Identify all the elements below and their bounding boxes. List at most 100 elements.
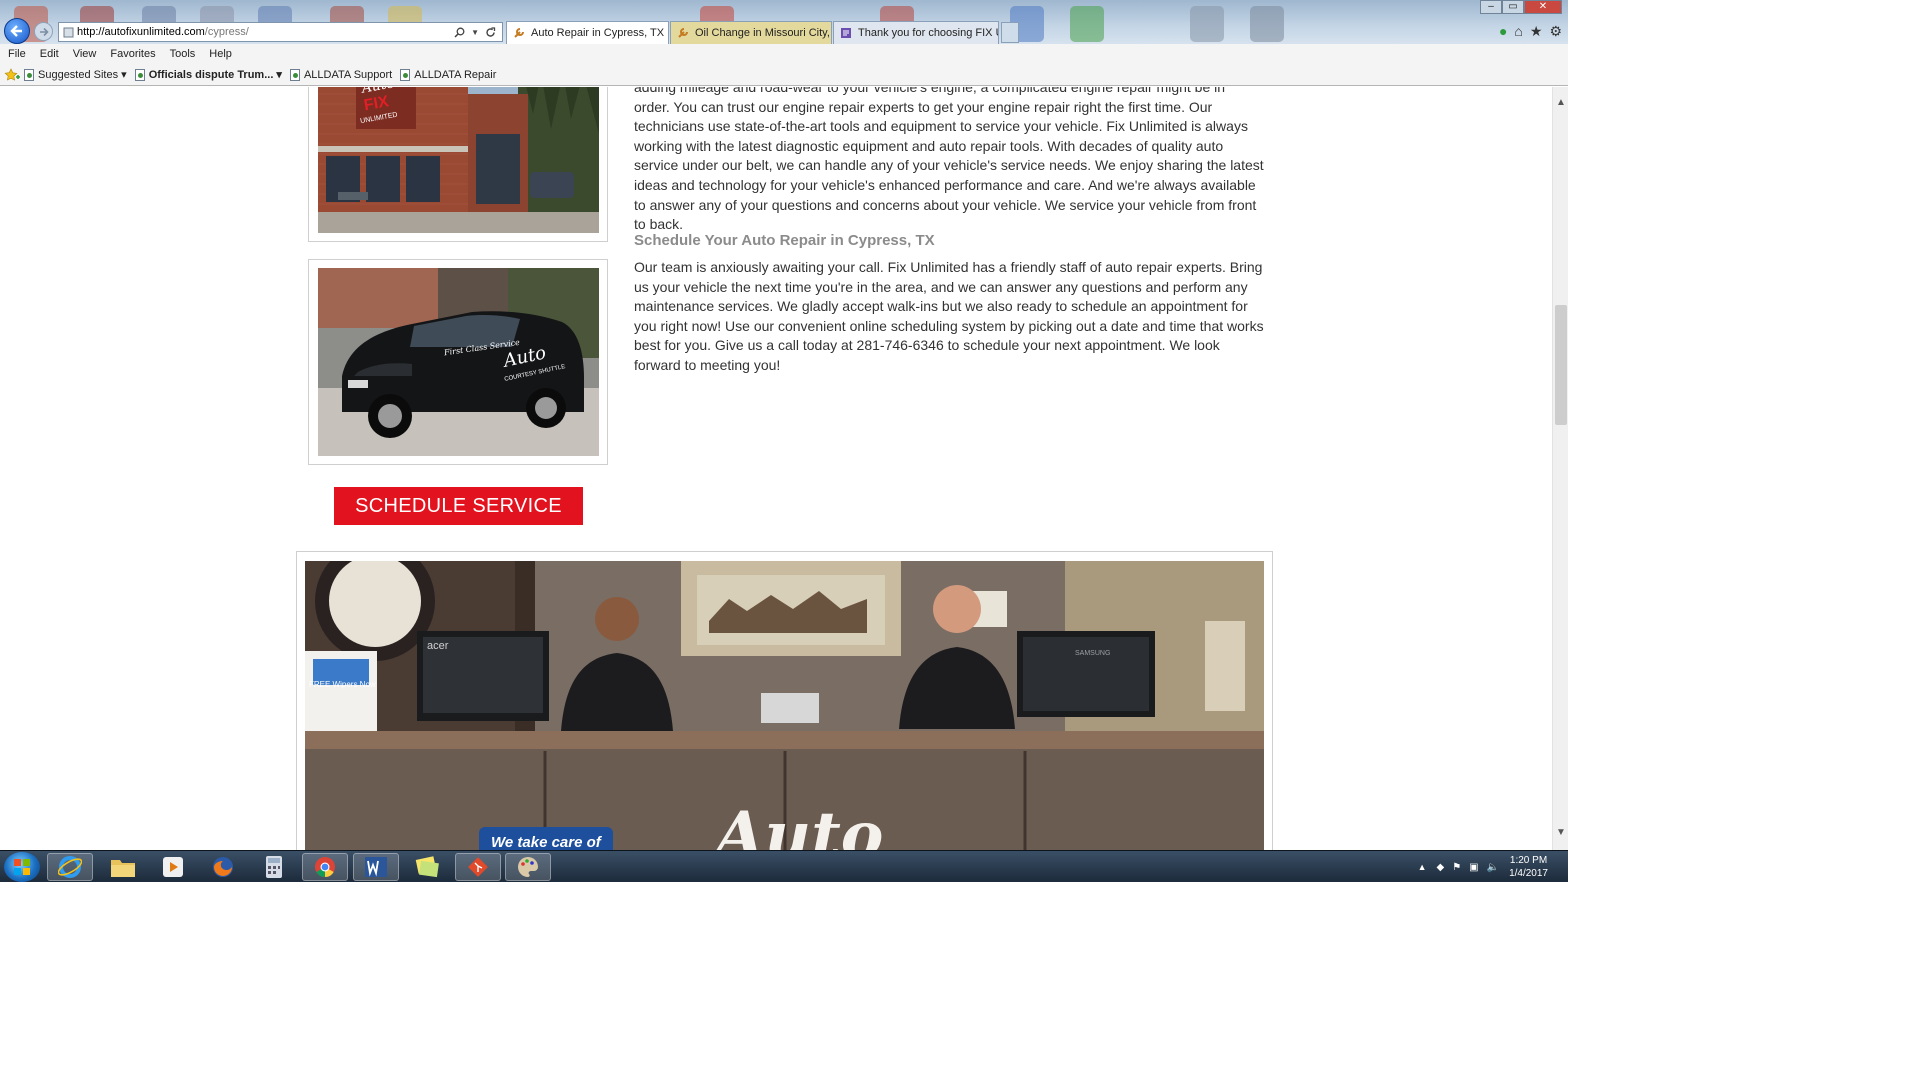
- forward-button[interactable]: [34, 22, 53, 41]
- wrench-favicon-icon: [514, 28, 524, 38]
- taskbar: ▲ ◆ ⚑ ▣ 🔈 1:20 PM 1/4/2017: [0, 850, 1568, 882]
- tab-title: Oil Change in Missouri City, T...: [695, 27, 831, 39]
- forward-arrow-icon: [39, 27, 49, 36]
- taskbar-firefox[interactable]: [200, 853, 246, 881]
- taskbar-chrome[interactable]: [302, 853, 348, 881]
- home-icon[interactable]: ⌂: [1514, 23, 1522, 40]
- security-shield-icon[interactable]: ◆: [1436, 862, 1444, 873]
- schedule-service-button[interactable]: SCHEDULE SERVICE: [334, 487, 583, 525]
- close-window-button[interactable]: ✕: [1524, 0, 1562, 14]
- maximize-button[interactable]: ▭: [1502, 0, 1524, 14]
- fav-label: ALLDATA Repair: [414, 68, 497, 81]
- banner-text: We take care of: [491, 834, 603, 850]
- browser-toolbar-icons: ● ⌂ ★ ⚙: [1499, 23, 1562, 40]
- clock[interactable]: 1:20 PM 1/4/2017: [1509, 854, 1548, 880]
- browser-window: – ▭ ✕ http://autofixunlimited.com/cypres…: [0, 0, 1568, 882]
- storefront-photo-frame: Auto FIX UNLIMITED: [308, 87, 608, 242]
- tab-oil-change-missouri-city[interactable]: Oil Change in Missouri City, T...: [670, 21, 832, 44]
- sticky-notes-icon: [415, 856, 439, 878]
- vertical-scrollbar[interactable]: ▲ ▼: [1552, 87, 1568, 850]
- schedule-paragraph: Our team is anxiously awaiting your call…: [634, 259, 1264, 373]
- menu-view[interactable]: View: [73, 48, 97, 60]
- tab-title: Thank you for choosing FIX Un...: [858, 27, 998, 39]
- network-icon[interactable]: ▣: [1469, 862, 1478, 873]
- favorites-add-icon[interactable]: [4, 67, 20, 82]
- gear-icon[interactable]: ⚙: [1549, 23, 1562, 40]
- paint-palette-icon: [518, 857, 538, 877]
- desk-logo-text: Auto: [710, 798, 883, 850]
- tab-title: Auto Repair in Cypress, TX |...: [531, 27, 669, 39]
- action-center-flag-icon[interactable]: ⚑: [1452, 862, 1461, 873]
- address-path: /cypress/: [204, 26, 249, 38]
- minimize-button[interactable]: –: [1480, 0, 1502, 14]
- refresh-icon[interactable]: [485, 26, 496, 38]
- volume-icon[interactable]: 🔈: [1487, 862, 1499, 873]
- title-bar: – ▭ ✕ http://autofixunlimited.com/cypres…: [0, 0, 1568, 44]
- menu-edit[interactable]: Edit: [40, 48, 59, 60]
- wrench-favicon-icon: [678, 28, 688, 38]
- schedule-heading: Schedule Your Auto Repair in Cypress, TX: [634, 232, 935, 249]
- firefox-icon: [213, 857, 233, 877]
- dropdown-icon[interactable]: ▼: [471, 28, 479, 37]
- free-wipers-text: FREE Wipers Now: [309, 680, 376, 689]
- monitor-right-brand: SAMSUNG: [1075, 650, 1110, 657]
- search-icon[interactable]: [454, 27, 465, 38]
- page-icon: [289, 68, 300, 81]
- taskbar-media-player[interactable]: [150, 853, 196, 881]
- monitor-left-brand: acer: [427, 640, 449, 652]
- fav-label: Officials dispute Trum... ▾: [148, 69, 282, 81]
- menu-favorites[interactable]: Favorites: [110, 48, 155, 60]
- fav-suggested-sites[interactable]: Suggested Sites ▾: [24, 68, 127, 81]
- taskbar-calculator[interactable]: [251, 853, 297, 881]
- scroll-down-icon[interactable]: ▼: [1556, 827, 1566, 838]
- taskbar-notes[interactable]: [404, 853, 450, 881]
- taskbar-git[interactable]: [455, 853, 501, 881]
- calculator-icon: [266, 856, 282, 878]
- front-desk-photo-frame: acer SAMSUNG FREE Wipers Now We take car…: [296, 551, 1273, 850]
- page-viewport: Auto FIX UNLIMITED: [0, 87, 1552, 850]
- storefront-photo: Auto FIX UNLIMITED: [318, 87, 599, 233]
- fav-alldata-support[interactable]: ALLDATA Support: [289, 68, 392, 81]
- tab-thank-you[interactable]: Thank you for choosing FIX Un...: [833, 21, 999, 44]
- start-button[interactable]: [4, 852, 40, 882]
- taskbar-internet-explorer[interactable]: [47, 853, 93, 881]
- engine-repair-paragraph: adding mileage and road-wear to your veh…: [634, 87, 1264, 233]
- menu-file[interactable]: File: [8, 48, 26, 60]
- new-tab-button[interactable]: [1001, 22, 1019, 43]
- front-desk-staff-photo: acer SAMSUNG FREE Wipers Now We take car…: [305, 561, 1264, 850]
- scrollbar-thumb[interactable]: [1555, 305, 1567, 425]
- menu-bar: File Edit View Favorites Tools Help: [0, 44, 1568, 64]
- page-icon: [24, 68, 34, 81]
- back-button[interactable]: [4, 18, 30, 44]
- tab-auto-repair-cypress[interactable]: Auto Repair in Cypress, TX |... ✕: [506, 21, 669, 44]
- chrome-icon: [315, 857, 335, 878]
- taskbar-word[interactable]: [353, 853, 399, 881]
- menu-help[interactable]: Help: [209, 48, 232, 60]
- favorites-star-icon[interactable]: ★: [1530, 23, 1543, 40]
- taskbar-file-explorer[interactable]: [100, 853, 146, 881]
- scroll-up-icon[interactable]: ▲: [1556, 97, 1566, 108]
- fav-officials-dispute[interactable]: Officials dispute Trum... ▾: [134, 68, 282, 81]
- grammarly-icon[interactable]: ●: [1499, 23, 1507, 40]
- fav-alldata-repair[interactable]: ALLDATA Repair: [400, 68, 497, 81]
- page-icon: [63, 27, 74, 38]
- ghost-icon: [1190, 6, 1224, 42]
- clock-date: 1/4/2017: [1509, 868, 1548, 879]
- page-icon: [400, 68, 411, 81]
- menu-tools[interactable]: Tools: [170, 48, 196, 60]
- system-tray: ▲ ◆ ⚑ ▣ 🔈 1:20 PM 1/4/2017: [1418, 851, 1568, 882]
- ghost-icon: [1250, 6, 1284, 42]
- form-favicon-icon: [841, 28, 851, 38]
- clock-time: 1:20 PM: [1509, 855, 1548, 866]
- favorites-bar: Suggested Sites ▾ Officials dispute Trum…: [0, 64, 1568, 86]
- folder-icon: [111, 860, 135, 877]
- media-player-icon: [163, 857, 183, 877]
- shuttle-van-photo: First Class Service Auto COURTESY SHUTTL…: [318, 268, 599, 456]
- address-bar[interactable]: http://autofixunlimited.com/cypress/ ▼: [58, 22, 503, 42]
- git-icon: [468, 857, 488, 877]
- word-icon: [365, 857, 387, 877]
- fav-label: Suggested Sites ▾: [38, 69, 127, 81]
- taskbar-paint[interactable]: [505, 853, 551, 881]
- address-url[interactable]: http://autofixunlimited.com/cypress/: [77, 26, 454, 38]
- show-hidden-icons-icon[interactable]: ▲: [1418, 862, 1427, 872]
